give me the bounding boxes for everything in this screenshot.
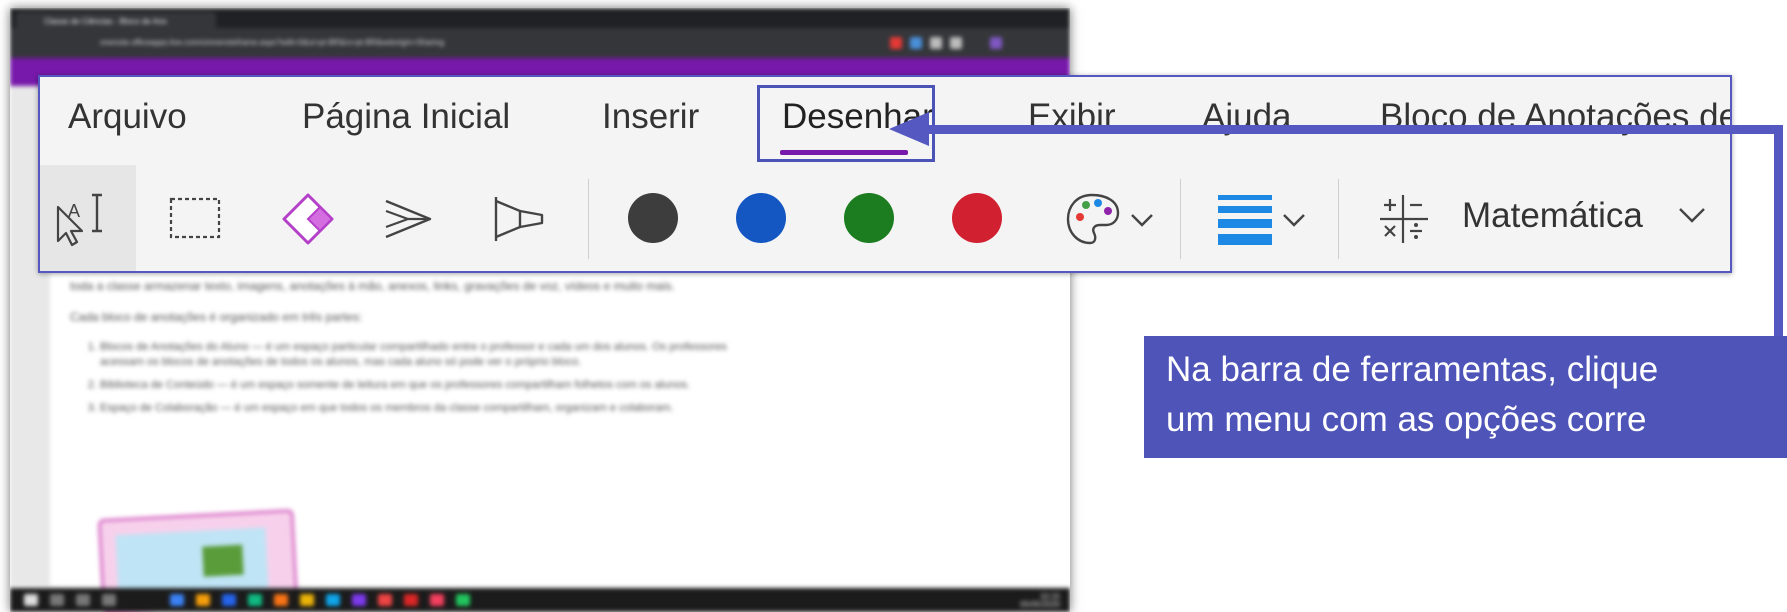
list-item: Espaço de Colaboração — é um espaço em q… [100,401,750,416]
browser-tab[interactable]: Classe de Ciências - Bloco de Ano [16,12,216,28]
illustration-image [202,544,244,577]
rectangle-select-icon [169,197,221,239]
taskbar-app-icon[interactable] [430,594,444,606]
ribbon-zoom-panel: Arquivo Página Inicial Inserir Desenhar … [38,75,1732,273]
pen-color-red[interactable] [952,193,1002,243]
rectangle-select-button[interactable] [168,195,224,248]
highlighter-icon [494,197,544,241]
taskbar-app-icon[interactable] [102,594,116,606]
chevron-down-icon [1679,208,1705,223]
tab-inserir[interactable]: Inserir [602,97,699,137]
extension-icon[interactable] [950,37,962,49]
math-label[interactable]: Matemática [1462,196,1643,236]
tab-pagina-inicial[interactable]: Página Inicial [302,97,510,137]
math-button[interactable] [1376,193,1432,250]
svg-text:A: A [68,201,80,221]
start-icon[interactable] [24,594,38,606]
page-content: toda a classe armazenar texto, imagens, … [70,278,750,424]
taskbar-app-icon[interactable] [456,594,470,606]
list-item: Biblioteca de Conteúdo — é um espaço som… [100,378,750,393]
toolbar-divider [1180,179,1181,259]
taskbar-app-icon[interactable] [170,594,184,606]
profile-icon[interactable] [990,37,1002,49]
eraser-button[interactable] [278,189,338,254]
taskbar-clock: 10:15 05/05/2020 [1019,592,1060,609]
content-paragraph: Cada bloco de anotações é organizado em … [70,310,363,324]
taskbar-app-icon[interactable] [274,594,288,606]
highlighter-button[interactable] [490,191,550,252]
browser-address-bar[interactable]: onenote.officeapps.live.com/o/onenotefra… [10,28,1070,58]
color-palette-icon [1066,193,1153,245]
content-paragraph: toda a classe armazenar texto, imagens, … [70,279,675,293]
color-palette-button[interactable] [1064,189,1164,254]
tab-arquivo[interactable]: Arquivo [68,97,187,137]
taskbar-app-icon[interactable] [352,594,366,606]
windows-taskbar: 10:15 05/05/2020 [10,588,1070,612]
pen-icon [385,199,432,239]
taskbar-app-icon[interactable] [196,594,210,606]
illustration-screen [115,527,269,596]
browser-tab-strip: Classe de Ciências - Bloco de Ano [10,8,1070,28]
lasso-select-button[interactable]: A [40,165,136,271]
pen-button[interactable] [380,193,440,250]
toolbar-divider [1338,179,1339,259]
taskbar-app-icon[interactable] [222,594,236,606]
callout-connector-vertical [1774,125,1783,337]
callout-connector-horizontal [925,125,1783,134]
line-thickness-icon [1218,195,1305,245]
extension-icon[interactable] [930,37,942,49]
list-item: Blocos de Anotações do Aluno — é um espa… [100,340,750,370]
taskbar-app-icon[interactable] [326,594,340,606]
ribbon-menu-row: Arquivo Página Inicial Inserir Desenhar … [40,77,1730,165]
task-view-icon[interactable] [76,594,90,606]
callout-box: Na barra de ferramentas, clique um menu … [1144,336,1787,458]
search-icon[interactable] [50,594,64,606]
taskbar-app-icon[interactable] [404,594,418,606]
pen-color-black[interactable] [628,193,678,243]
pen-color-green[interactable] [844,193,894,243]
math-symbols-icon [1380,195,1428,243]
browser-url-text: onenote.officeapps.live.com/o/onenotefra… [100,38,445,47]
line-thickness-button[interactable] [1216,189,1316,254]
toolbar-divider [588,179,589,259]
taskbar-app-icon[interactable] [248,594,262,606]
taskbar-app-icon[interactable] [300,594,314,606]
callout-text-line: Na barra de ferramentas, clique [1166,350,1659,389]
browser-tab-title: Classe de Ciências - Bloco de Ano [44,17,167,26]
pen-color-blue[interactable] [736,193,786,243]
lasso-select-text-icon: A [56,193,102,247]
taskbar-app-icon[interactable] [378,594,392,606]
extension-icon[interactable] [890,37,902,49]
callout-text-line: um menu com as opções corre [1166,400,1647,439]
math-dropdown-button[interactable] [1676,203,1708,232]
eraser-icon [282,193,334,245]
extension-icon[interactable] [910,37,922,49]
ribbon-tool-row: A Matemática [40,165,1730,271]
callout-arrow-icon [889,112,929,146]
content-list: Blocos de Anotações do Aluno — é um espa… [70,340,750,416]
